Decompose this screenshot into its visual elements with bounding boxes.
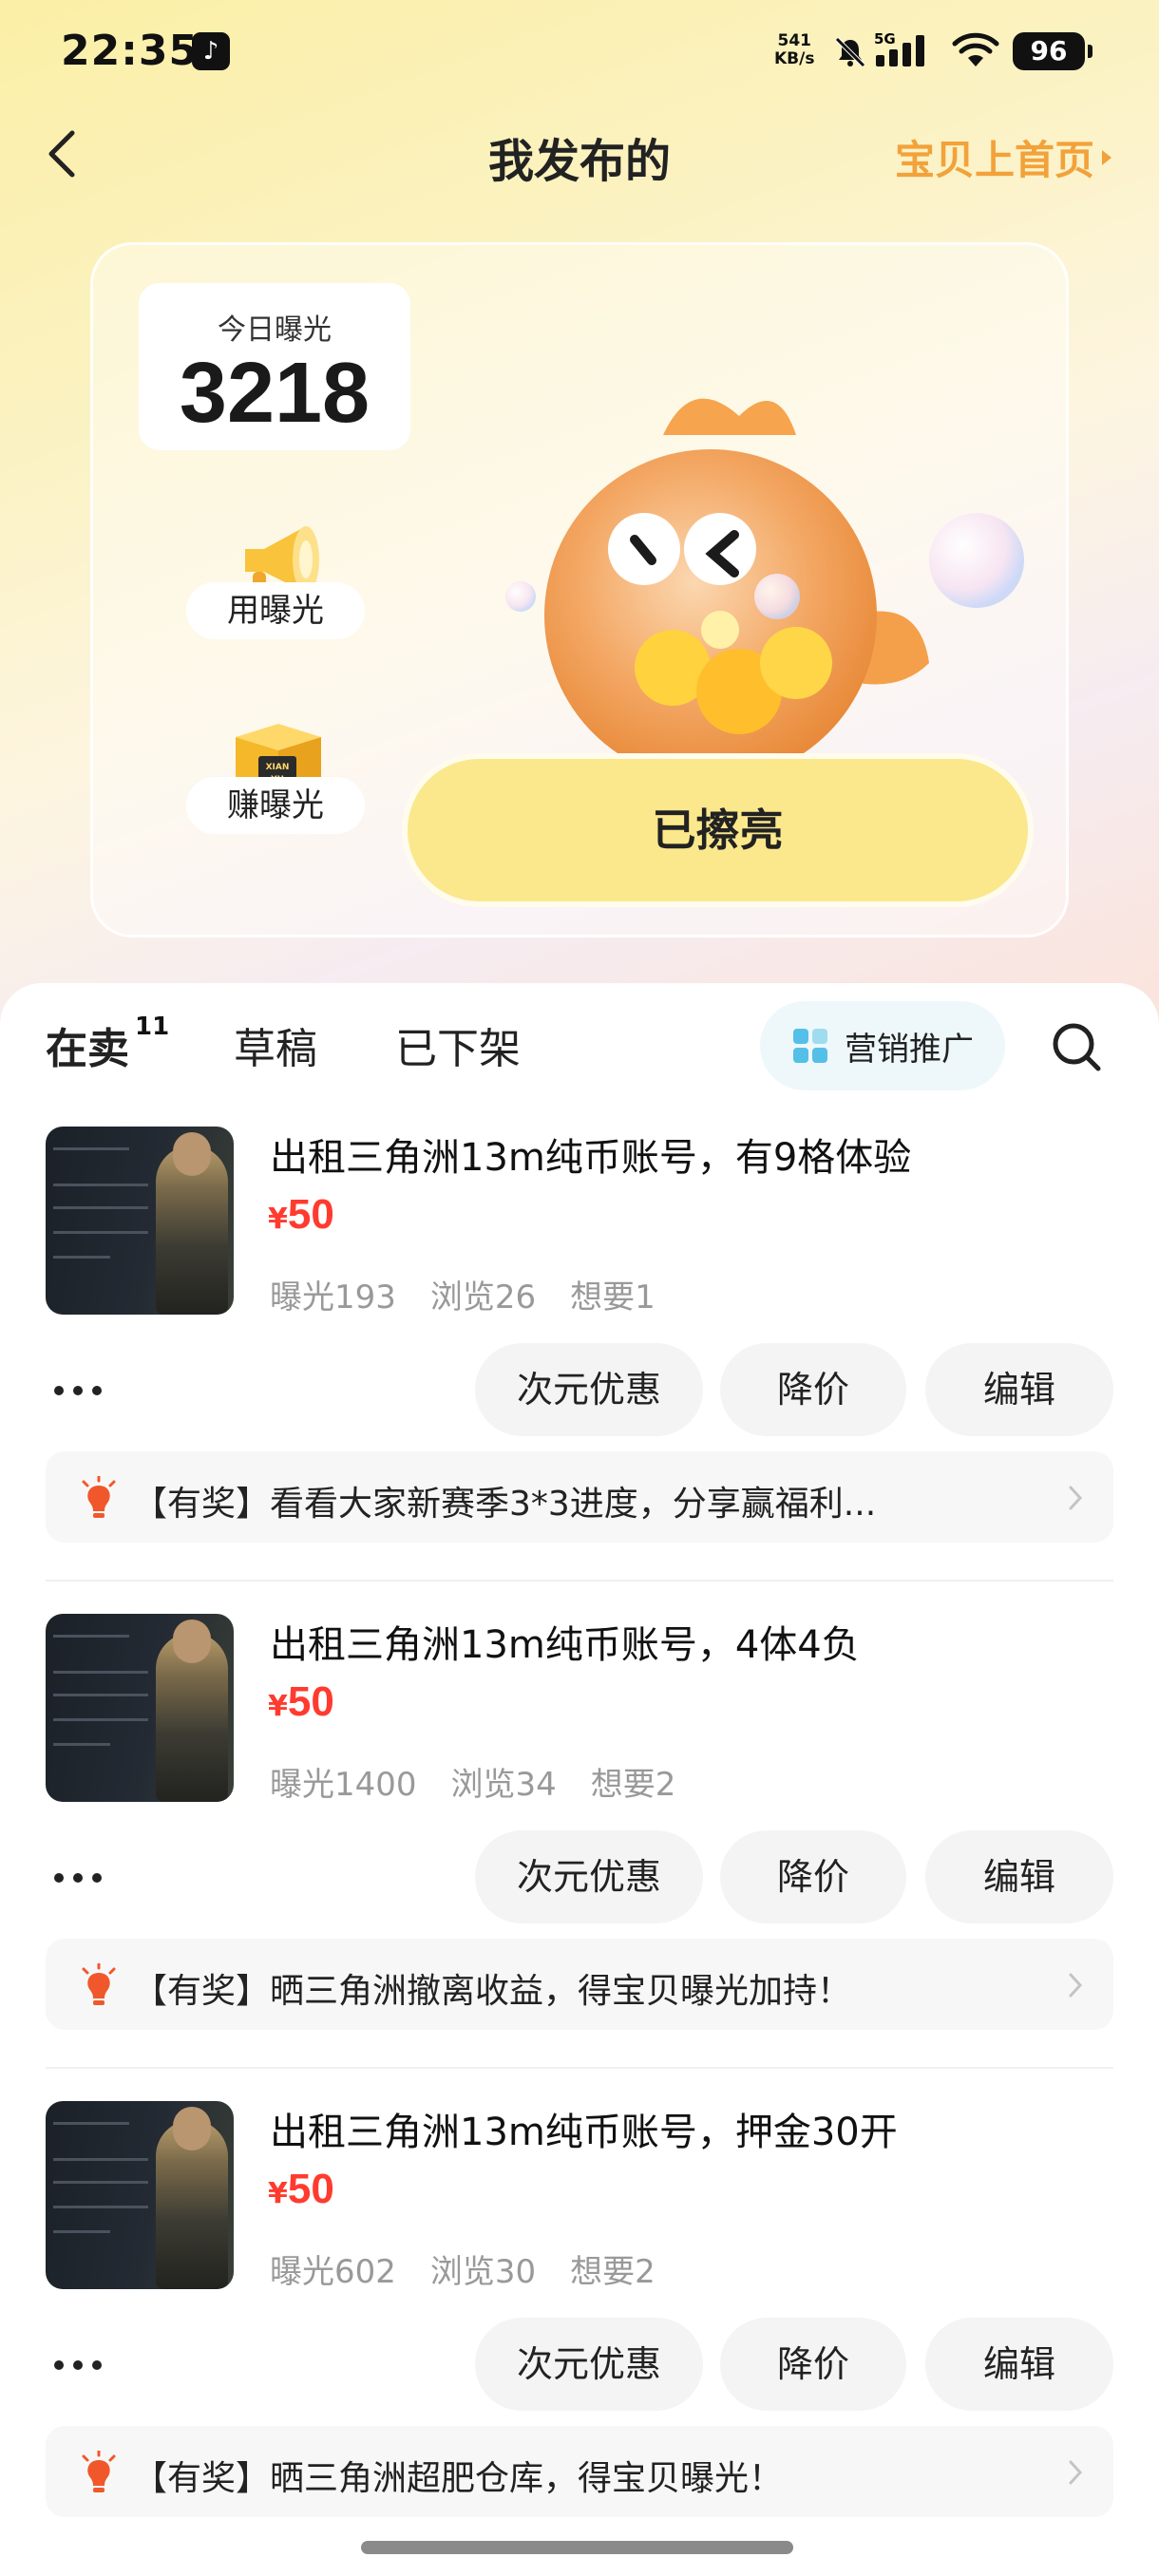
listing-stats: 曝光1400 浏览34 想要2	[270, 1758, 710, 1805]
view-count: 浏览26	[429, 1279, 537, 1316]
exposure-count: 曝光1400	[270, 1766, 417, 1804]
search-icon[interactable]	[1050, 1020, 1103, 1073]
more-icon[interactable]	[53, 1385, 103, 1396]
today-exposure-box: 今日曝光 3218	[139, 283, 410, 450]
edit-button[interactable]: 编辑	[925, 1830, 1113, 1923]
discount-button[interactable]: 次元优惠	[475, 1343, 703, 1436]
edit-button[interactable]: 编辑	[925, 1343, 1113, 1436]
promo-banner-text: 【有奖】晒三角洲撤离收益，得宝贝曝光加持！	[133, 1972, 852, 2011]
signal-icon: 5G	[874, 30, 924, 66]
reduce-price-button[interactable]: 降价	[720, 2318, 906, 2411]
listing-item[interactable]: 出租三角洲13m纯币账号，押金30开 ¥50 曝光602 浏览30 想要2 次元优惠…	[0, 2101, 1159, 2576]
bulb-icon	[82, 2451, 116, 2492]
clock: 22:35	[61, 27, 200, 75]
listing-title[interactable]: 出租三角洲13m纯币账号，有9格体验	[270, 1127, 911, 1182]
reduce-price-button[interactable]: 降价	[720, 1343, 906, 1436]
tab-on-sale-label: 在卖	[46, 1025, 129, 1073]
marketing-label: 营销推广	[845, 1030, 974, 1069]
exposure-count: 曝光193	[270, 1279, 396, 1316]
view-count: 浏览30	[429, 2253, 537, 2291]
listing-thumbnail[interactable]	[46, 1127, 234, 1315]
wifi-icon	[952, 32, 999, 66]
promo-banner-text: 【有奖】晒三角洲超肥仓库，得宝贝曝光！	[133, 2459, 784, 2498]
tab-delisted[interactable]: 已下架	[395, 1014, 521, 1075]
edit-button[interactable]: 编辑	[925, 2318, 1113, 2411]
exposure-card: 今日曝光 3218 用曝光 XIAN YU 赚曝光	[90, 242, 1069, 938]
shine-button[interactable]: 已擦亮	[402, 753, 1034, 907]
listing-stats: 曝光602 浏览30 想要2	[270, 2245, 690, 2292]
listing-price: ¥50	[268, 1191, 334, 1238]
promote-to-homepage-link[interactable]: 宝贝上首页	[895, 128, 1112, 186]
divider	[46, 2067, 1113, 2069]
listing-price: ¥50	[268, 1678, 334, 1725]
exposure-count: 曝光602	[270, 2253, 396, 2291]
svg-text:5G: 5G	[874, 30, 896, 47]
bell-off-icon	[835, 37, 865, 67]
svg-text:XIAN: XIAN	[266, 763, 290, 772]
listing-stats: 曝光193 浏览26 想要1	[270, 1271, 690, 1317]
listing-item[interactable]: 出租三角洲13m纯币账号，4体4负 ¥50 曝光1400 浏览34 想要2 次元优惠…	[0, 1614, 1159, 2100]
listing-title[interactable]: 出租三角洲13m纯币账号，押金30开	[270, 2101, 898, 2156]
grid-icon	[793, 1029, 827, 1063]
on-sale-count-badge: 11	[135, 1013, 170, 1041]
bulb-icon	[82, 1476, 116, 1518]
discount-button[interactable]: 次元优惠	[475, 2318, 703, 2411]
want-count: 想要1	[570, 1279, 656, 1316]
status-bar: 22:35 ♪ 541 KB/s 5G 96	[0, 0, 1159, 104]
today-exposure-value: 3218	[179, 346, 370, 441]
tab-drafts[interactable]: 草稿	[234, 1014, 317, 1075]
listing-thumbnail[interactable]	[46, 2101, 234, 2289]
chevron-right-icon	[1069, 1973, 1083, 1998]
chevron-right-icon	[1102, 149, 1112, 165]
fish-mascot-image	[505, 398, 1024, 777]
battery-indicator: 96	[1013, 32, 1092, 70]
listing-thumbnail[interactable]	[46, 1614, 234, 1802]
more-icon[interactable]	[53, 2359, 103, 2371]
reduce-price-button[interactable]: 降价	[720, 1830, 906, 1923]
tiktok-icon: ♪	[192, 32, 230, 70]
want-count: 想要2	[590, 1766, 676, 1804]
promo-banner[interactable]: 【有奖】晒三角洲撤离收益，得宝贝曝光加持！	[46, 1939, 1113, 2030]
listing-title[interactable]: 出租三角洲13m纯币账号，4体4负	[270, 1614, 860, 1669]
promo-banner-text: 【有奖】看看大家新赛季3*3进度，分享赢福利...	[133, 1485, 877, 1524]
home-indicator[interactable]	[361, 2541, 793, 2554]
network-speed: 541 KB/s	[774, 31, 815, 68]
chevron-right-icon	[1069, 1486, 1083, 1510]
bulb-icon	[82, 1963, 116, 2005]
chevron-right-icon	[1069, 2460, 1083, 2485]
promote-link-label: 宝贝上首页	[894, 137, 1094, 183]
listing-price: ¥50	[268, 2166, 334, 2212]
more-icon[interactable]	[53, 1872, 103, 1884]
discount-button[interactable]: 次元优惠	[475, 1830, 703, 1923]
earn-exposure-button[interactable]: 赚曝光	[186, 777, 365, 834]
view-count: 浏览34	[450, 1766, 557, 1804]
divider	[46, 1580, 1113, 1582]
want-count: 想要2	[570, 2253, 656, 2291]
use-exposure-button[interactable]: 用曝光	[186, 582, 365, 639]
marketing-button[interactable]: 营销推广	[760, 1001, 1005, 1090]
promo-banner[interactable]: 【有奖】看看大家新赛季3*3进度，分享赢福利...	[46, 1451, 1113, 1543]
tab-on-sale[interactable]: 在卖	[42, 1014, 133, 1075]
promo-banner[interactable]: 【有奖】晒三角洲超肥仓库，得宝贝曝光！	[46, 2426, 1113, 2517]
listing-item[interactable]: 出租三角洲13m纯币账号，有9格体验 ¥50 曝光193 浏览26 想要1 次元优惠…	[0, 1127, 1159, 1613]
today-exposure-label: 今日曝光	[218, 313, 332, 347]
